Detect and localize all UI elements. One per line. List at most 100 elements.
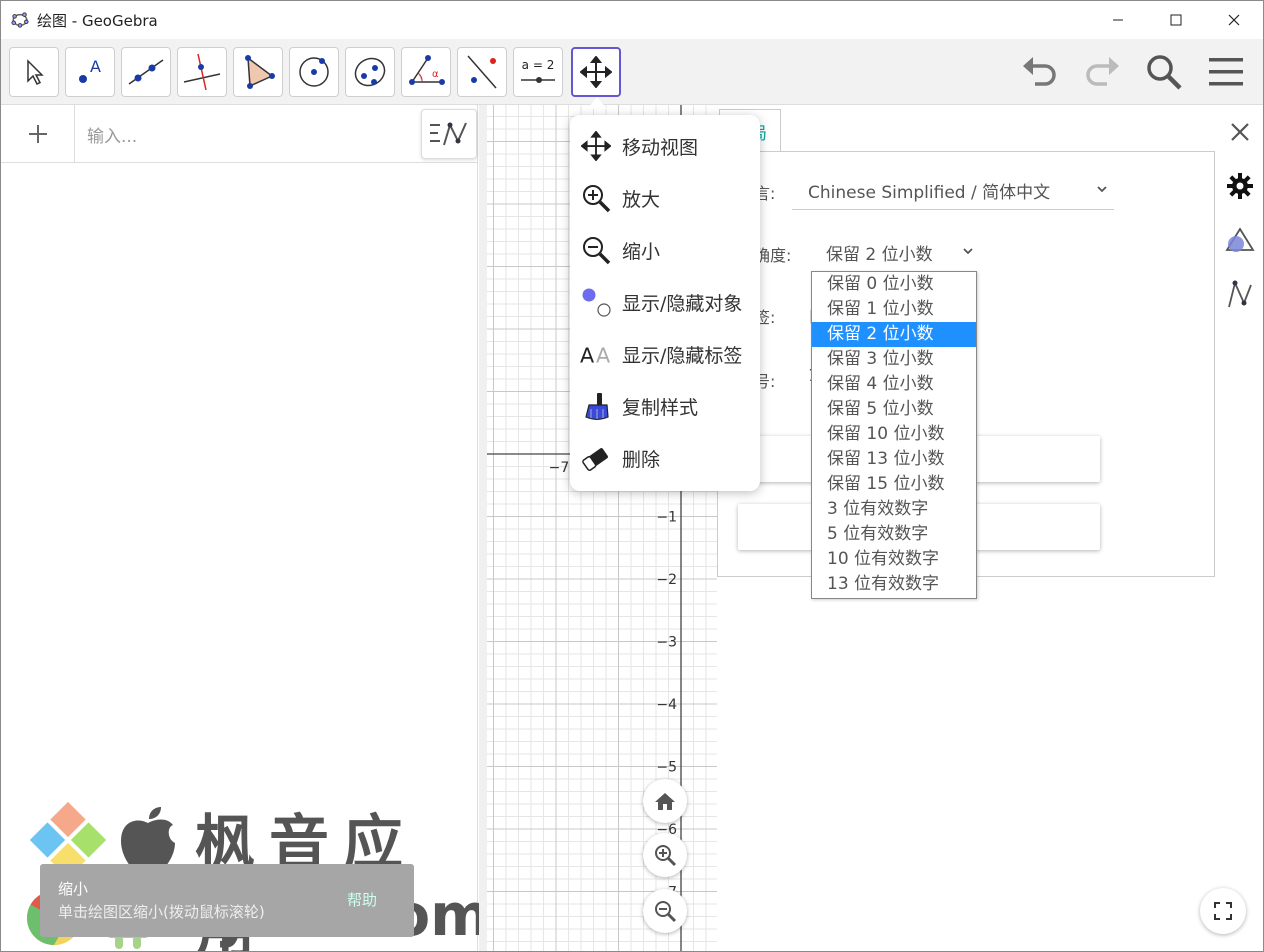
toolbar-right-actions <box>1021 53 1245 95</box>
y-tick-label: −4 <box>656 697 677 713</box>
move-arrows-icon <box>581 131 611 161</box>
undo-button[interactable] <box>1021 54 1059 94</box>
move-view-tool-menu: 移动视图 放大 缩小 显示/隐藏对象 AA 显示/隐藏标签 复制样式 删除 <box>570 115 760 491</box>
window-title: 绘图 - GeoGebra <box>37 11 158 30</box>
close-settings-button[interactable] <box>1223 115 1257 149</box>
rounding-option[interactable]: 3 位有效数字 <box>812 497 976 522</box>
zoom-in-button[interactable] <box>643 833 687 877</box>
reflect-line-icon <box>467 55 497 89</box>
global-settings-button[interactable] <box>1223 169 1257 203</box>
search-icon <box>1147 55 1182 90</box>
undo-icon <box>1023 57 1056 86</box>
minimize-icon <box>1113 19 1123 21</box>
rounding-option[interactable]: 保留 1 位小数 <box>812 297 976 322</box>
home-view-button[interactable] <box>643 779 687 823</box>
tooltip-help-link[interactable]: 帮助 <box>347 889 377 910</box>
close-icon <box>1231 123 1249 141</box>
redo-button[interactable] <box>1083 54 1121 94</box>
algebra-input[interactable]: 输入... <box>87 122 137 147</box>
algebra-input-row: 输入... <box>1 105 478 163</box>
add-item-button[interactable] <box>1 105 75 163</box>
y-tick-label: −5 <box>656 760 677 776</box>
menu-item-delete[interactable]: 删除 <box>570 434 760 482</box>
show-hide-label-icon: AA <box>580 343 610 367</box>
menu-item-copy-style[interactable]: 复制样式 <box>570 382 760 430</box>
ellipse-tool[interactable] <box>345 47 395 97</box>
home-icon <box>655 793 675 810</box>
rounding-option[interactable]: 5 位有效数字 <box>812 522 976 547</box>
plus-icon <box>28 125 47 143</box>
circle-center-point-icon <box>299 57 329 87</box>
svg-text:A: A <box>90 57 101 76</box>
rounding-option[interactable]: 保留 0 位小数 <box>812 272 976 297</box>
graphics-settings-button[interactable] <box>1223 223 1257 257</box>
algebra-settings-button[interactable] <box>1223 277 1257 311</box>
rounding-option[interactable]: 保留 4 位小数 <box>812 372 976 397</box>
move-arrows-icon <box>580 56 612 88</box>
point-tool[interactable]: A <box>65 47 115 97</box>
perpendicular-line-icon <box>183 53 221 91</box>
gear-icon <box>1227 173 1253 199</box>
maximize-icon <box>1170 14 1182 26</box>
rounding-option[interactable]: 13 位有效数字 <box>812 572 976 597</box>
rounding-option[interactable]: 保留 13 位小数 <box>812 447 976 472</box>
window-controls <box>1089 1 1263 39</box>
svg-text:A: A <box>580 343 594 367</box>
minimize-button[interactable] <box>1089 1 1147 39</box>
maximize-button[interactable] <box>1147 1 1205 39</box>
algebra-view: 输入... 枫音应用 <box>1 105 491 951</box>
rounding-option[interactable]: 保留 10 位小数 <box>812 422 976 447</box>
menu-item-label: 复制样式 <box>622 396 699 419</box>
menu-item-zoom-in[interactable]: 放大 <box>570 174 760 222</box>
zoom-out-button[interactable] <box>643 889 687 933</box>
point-a-icon: A <box>79 57 101 83</box>
rounding-option[interactable]: 保留 3 位小数 <box>812 347 976 372</box>
rounding-option[interactable]: 保留 2 位小数 <box>812 322 976 347</box>
close-icon <box>1228 14 1240 26</box>
rounding-option[interactable]: 10 位有效数字 <box>812 547 976 572</box>
rounding-option[interactable]: 保留 5 位小数 <box>812 397 976 422</box>
menu-item-label: 显示/隐藏标签 <box>622 344 743 367</box>
menu-item-show-hide-label[interactable]: AA 显示/隐藏标签 <box>570 330 760 378</box>
algebra-graph-icon <box>430 122 467 146</box>
arrow-cursor-icon <box>27 59 44 86</box>
slider-icon: a = 2 <box>521 58 555 83</box>
move-graphics-view-tool[interactable] <box>571 47 621 97</box>
hamburger-menu-icon <box>1209 58 1243 86</box>
move-tool[interactable] <box>9 47 59 97</box>
menu-item-show-hide-object[interactable]: 显示/隐藏对象 <box>570 278 760 326</box>
algebra-view-toggle[interactable] <box>421 109 477 159</box>
chevron-down-icon <box>1097 186 1107 193</box>
perpendicular-line-tool[interactable] <box>177 47 227 97</box>
circle-tool[interactable] <box>289 47 339 97</box>
rounding-select[interactable]: 保留 2 位小数 <box>826 240 933 265</box>
svg-text:A: A <box>596 343 610 367</box>
x-tick-label: −7 <box>549 460 570 476</box>
show-hide-object-icon <box>582 288 611 317</box>
close-window-button[interactable] <box>1205 1 1263 39</box>
menu-item-move-view[interactable]: 移动视图 <box>570 122 760 170</box>
fullscreen-icon <box>1214 902 1232 920</box>
settings-panel: 全局 语言: Chinese Simplified / 简体中文 精确度: 保留… <box>717 105 1263 951</box>
menu-item-label: 显示/隐藏对象 <box>622 292 743 315</box>
menu-item-label: 缩小 <box>622 240 661 263</box>
y-tick-label: −1 <box>656 510 677 526</box>
slider-tool[interactable]: a = 2 <box>513 47 563 97</box>
fullscreen-button[interactable] <box>1200 888 1246 934</box>
menu-item-label: 移动视图 <box>622 136 699 159</box>
menu-item-zoom-out[interactable]: 缩小 <box>570 226 760 274</box>
line-tool[interactable] <box>121 47 171 97</box>
angle-tool[interactable]: α <box>401 47 451 97</box>
zoom-out-icon <box>655 901 677 923</box>
tool-tooltip: 缩小 单击绘图区缩小(拨动鼠标滚轮) 帮助 <box>40 864 414 937</box>
geogebra-window: 绘图 - GeoGebra A α a = 2 输入... 枫音应 缩小 单击绘… <box>0 0 1264 952</box>
rounding-option[interactable]: 保留 15 位小数 <box>812 472 976 497</box>
language-select[interactable]: Chinese Simplified / 简体中文 <box>808 178 1050 203</box>
zoom-out-icon <box>583 237 611 265</box>
y-tick-label: −3 <box>656 635 677 651</box>
polygon-tool[interactable] <box>233 47 283 97</box>
main-menu-button[interactable] <box>1207 55 1245 93</box>
search-button[interactable] <box>1145 53 1183 95</box>
reflect-tool[interactable] <box>457 47 507 97</box>
toolbar: A α a = 2 <box>1 39 1263 105</box>
